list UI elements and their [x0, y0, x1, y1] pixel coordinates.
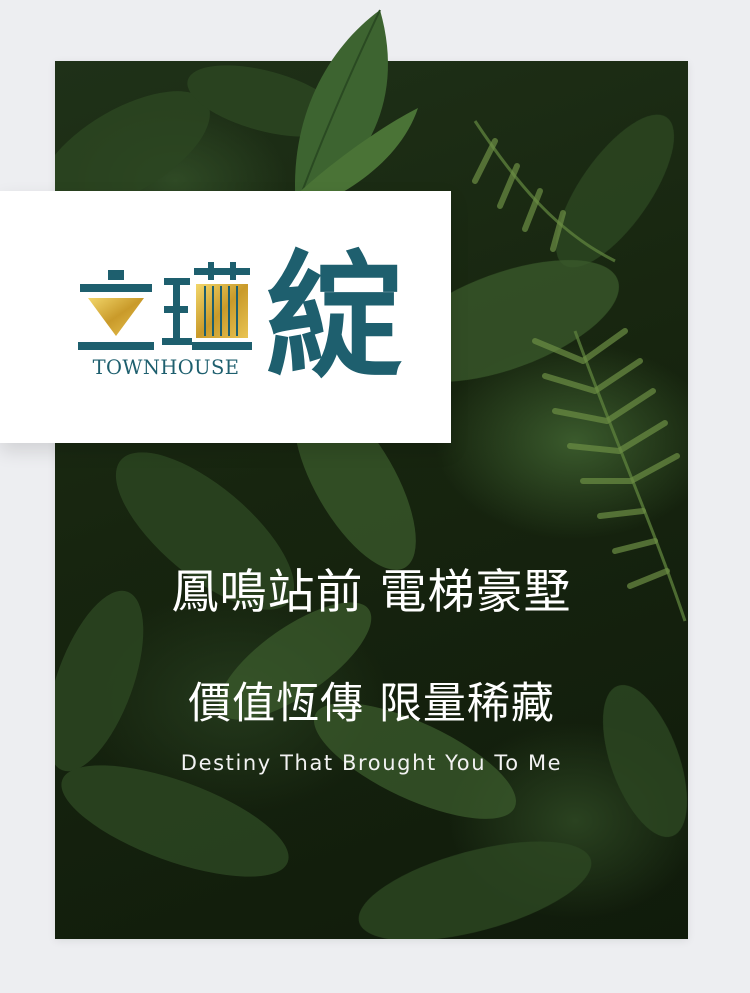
brand-logo-mark: 立瑾: [78, 262, 252, 350]
tagline: Destiny That Brought You To Me: [180, 751, 563, 775]
brand-big-glyph: 綻: [266, 239, 402, 397]
brand-subtitle: TOWNHOUSE: [92, 356, 240, 379]
brand-name-glyphs: 立瑾: [78, 262, 80, 263]
headline-line-1: 鳳鳴站前 電梯豪墅: [171, 565, 572, 620]
headline-line-2: 價值恆傳 限量稀藏: [188, 679, 555, 729]
